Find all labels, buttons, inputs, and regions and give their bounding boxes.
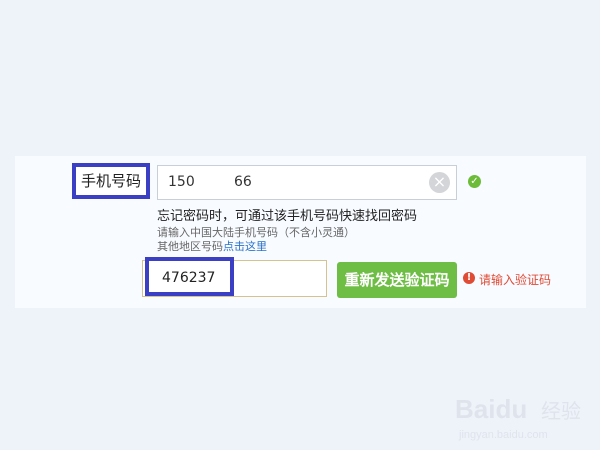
watermark-url: jingyan.baidu.com — [458, 429, 548, 441]
phone-redaction — [196, 172, 234, 194]
other-region-hint: 其他地区号码点击这里 — [157, 238, 267, 254]
error-icon: ! — [463, 272, 475, 284]
phone-prefix: 150 — [168, 174, 195, 190]
click-here-link[interactable]: 点击这里 — [223, 240, 267, 253]
clear-icon[interactable]: × — [429, 172, 450, 193]
phone-hint: 忘记密码时，可通过该手机号码快速找回密码 — [157, 209, 418, 224]
baidu-watermark-logo: Baidu 经验 jingyan.baidu.com — [455, 394, 581, 441]
phone-suffix: 66 — [234, 174, 252, 190]
check-icon: ✓ — [468, 175, 481, 188]
resend-code-button[interactable]: 重新发送验证码 — [337, 262, 457, 298]
phone-label: 手机号码 — [72, 163, 150, 199]
phone-input[interactable]: 150 66 × — [157, 165, 457, 200]
watermark-cn: 经验 — [541, 399, 581, 423]
other-region-text: 其他地区号码 — [157, 240, 223, 253]
watermark-brand: Baidu — [455, 394, 527, 424]
error-message: 请输入验证码 — [479, 273, 552, 287]
verification-code-value: 476237 — [162, 270, 216, 286]
